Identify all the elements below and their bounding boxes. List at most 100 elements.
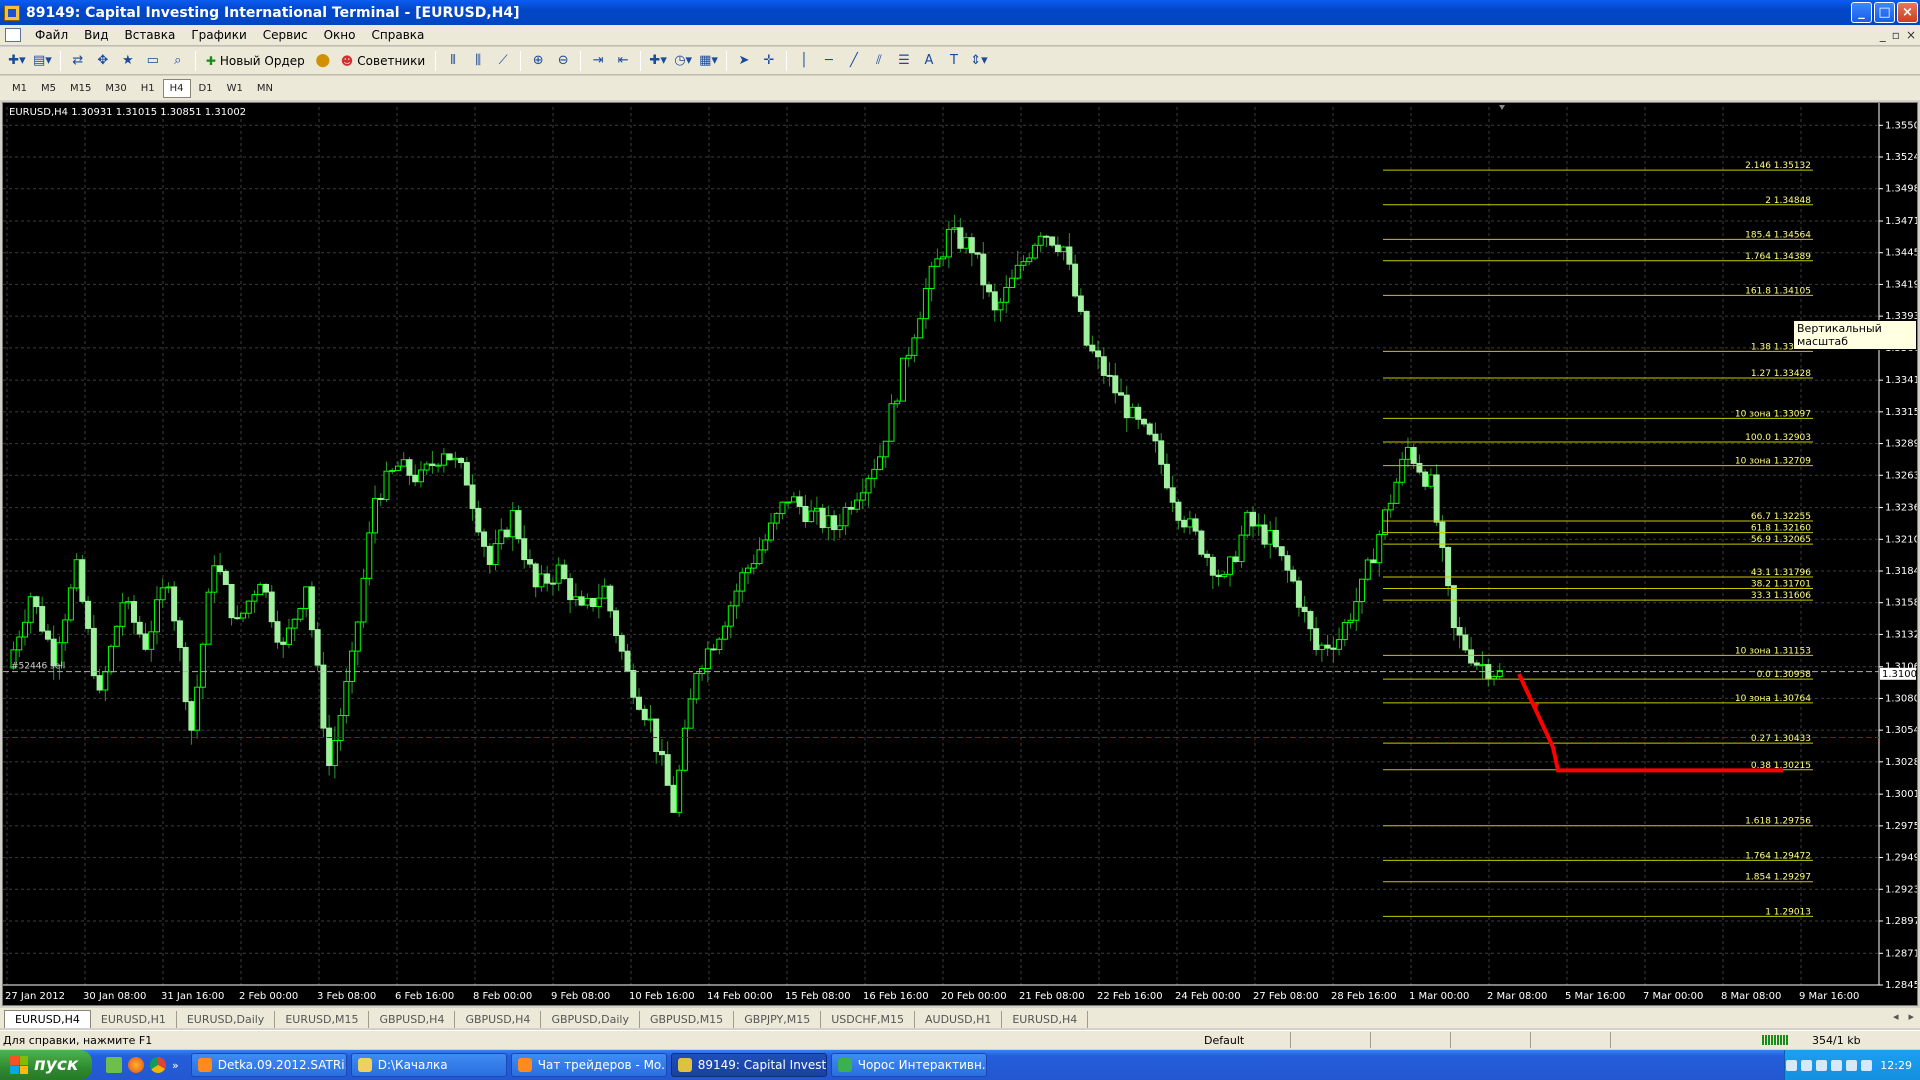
candle	[33, 596, 40, 608]
symbol-tab[interactable]: EURUSD,H1	[91, 1011, 177, 1028]
new-chart-icon[interactable]: ✚▾	[6, 50, 28, 72]
navigator-icon[interactable]: ✥	[92, 50, 114, 72]
candlestick-icon[interactable]: ⫼	[467, 50, 489, 72]
zoom-out-icon[interactable]: ⊖	[552, 50, 574, 72]
candle	[171, 586, 178, 622]
chart-window[interactable]: 1.35500 1.35240 1.34980 1.34715 1.34455 1.341…	[2, 102, 1918, 1006]
close-button[interactable]: ×	[1897, 2, 1918, 23]
symbol-tab[interactable]: GBPJPY,M15	[734, 1011, 822, 1028]
new-order-button[interactable]: ✚ Новый Ордер	[202, 50, 309, 72]
trendline-icon[interactable]: ╱	[843, 50, 865, 72]
tray-icon[interactable]	[1786, 1059, 1798, 1071]
auto-scroll-icon[interactable]: ⇥	[587, 50, 609, 72]
maximize-button[interactable]: □	[1874, 2, 1895, 23]
firefox-icon[interactable]	[128, 1057, 144, 1073]
timeframe-m1[interactable]: M1	[6, 80, 33, 97]
candle	[756, 549, 763, 565]
mdi-minimize-button[interactable]: _	[1880, 25, 1886, 46]
candle	[745, 567, 752, 574]
candle	[986, 284, 993, 293]
taskbar-button[interactable]: Чат трейдеров - Mo...	[510, 1053, 667, 1077]
candle	[1169, 487, 1176, 503]
terminal-icon[interactable]: ▭	[142, 50, 164, 72]
chrome-icon[interactable]	[150, 1057, 166, 1073]
candle	[968, 237, 975, 254]
timeframe-m30[interactable]: M30	[99, 80, 132, 97]
timeframe-mn[interactable]: MN	[251, 80, 279, 97]
minimize-button[interactable]: _	[1851, 2, 1872, 23]
candle	[96, 675, 103, 691]
tray-icon[interactable]	[1816, 1059, 1828, 1071]
fibonacci-icon[interactable]: ☰	[893, 50, 915, 72]
symbol-tab[interactable]: AUDUSD,H1	[915, 1011, 1003, 1028]
price-axis-label: 1.30540	[1885, 725, 1917, 736]
taskbar-button[interactable]: Чорос Интерактивн...	[830, 1053, 987, 1077]
start-button[interactable]: пуск	[0, 1050, 92, 1080]
quick-launch-more-icon[interactable]: »	[172, 1059, 179, 1072]
menu-charts[interactable]: Графики	[183, 25, 254, 46]
bar-chart-icon[interactable]: ⫴	[442, 50, 464, 72]
price-axis-label: 1.28450	[1885, 980, 1917, 991]
menu-view[interactable]: Вид	[76, 25, 116, 46]
menu-help[interactable]: Справка	[364, 25, 433, 46]
volume-icon[interactable]	[1831, 1059, 1843, 1071]
timeframe-h4[interactable]: H4	[162, 78, 191, 98]
keyboard-layout-icon[interactable]	[1801, 1059, 1813, 1071]
mdi-close-button[interactable]: ×	[1906, 25, 1916, 46]
equidistant-channel-icon[interactable]: ⫽	[868, 50, 890, 72]
text-label-icon[interactable]: T	[943, 50, 965, 72]
symbol-tab[interactable]: EURUSD,M15	[275, 1011, 370, 1028]
timeframe-m15[interactable]: M15	[64, 80, 97, 97]
menu-tools[interactable]: Сервис	[255, 25, 316, 46]
antivirus-icon[interactable]	[1861, 1059, 1873, 1071]
text-icon[interactable]: A	[918, 50, 940, 72]
templates-icon[interactable]: ▦▾	[697, 50, 720, 72]
tab-scroll-right-icon[interactable]: ▸	[1908, 1010, 1914, 1023]
candle	[1215, 574, 1222, 578]
taskbar-button[interactable]: D:\Качалка	[350, 1053, 507, 1077]
zoom-in-icon[interactable]: ⊕	[527, 50, 549, 72]
menu-window[interactable]: Окно	[316, 25, 364, 46]
symbol-tab[interactable]: GBPUSD,M15	[640, 1011, 735, 1028]
timeframe-w1[interactable]: W1	[221, 80, 249, 97]
experts-button[interactable]: ☻ Советники	[337, 50, 429, 72]
symbol-tab[interactable]: GBPUSD,H4	[369, 1011, 456, 1028]
price-axis-label: 1.33150	[1885, 407, 1917, 418]
cursor-icon[interactable]: ➤	[733, 50, 755, 72]
line-chart-icon[interactable]: ⟋	[492, 50, 514, 72]
menu-file[interactable]: Файл	[27, 25, 76, 46]
crosshair-icon[interactable]: ✛	[758, 50, 780, 72]
chart-shift-icon[interactable]: ⇤	[612, 50, 634, 72]
price-axis-label: 1.31325	[1885, 629, 1917, 640]
timeframe-h1[interactable]: H1	[135, 80, 161, 97]
chart-window-icon[interactable]	[5, 28, 21, 42]
horizontal-line-icon[interactable]: ─	[818, 50, 840, 72]
tester-icon[interactable]: ⌕	[167, 50, 189, 72]
network-icon[interactable]	[1846, 1059, 1858, 1071]
tab-scroll-left-icon[interactable]: ◂	[1893, 1010, 1899, 1023]
market-watch-icon[interactable]: ⇄	[67, 50, 89, 72]
arrows-icon[interactable]: ⇕▾	[968, 50, 990, 72]
favorites-icon[interactable]: ★	[117, 50, 139, 72]
time-axis-label: 8 Feb 00:00	[473, 991, 532, 1002]
symbol-tab[interactable]: GBPUSD,H4	[455, 1011, 542, 1028]
candle	[423, 463, 430, 471]
symbol-tab[interactable]: GBPUSD,Daily	[541, 1011, 640, 1028]
show-desktop-icon[interactable]	[106, 1057, 122, 1073]
price-chart[interactable]: 1.35500 1.35240 1.34980 1.34715 1.34455 1.341…	[3, 103, 1917, 1005]
timeframe-d1[interactable]: D1	[193, 80, 219, 97]
menu-insert[interactable]: Вставка	[116, 25, 183, 46]
taskbar-button[interactable]: Detka.09.2012.SATRi...	[190, 1053, 347, 1077]
symbol-tab[interactable]: EURUSD,H4	[4, 1010, 91, 1028]
profiles-icon[interactable]: ▤▾	[31, 50, 54, 72]
mdi-restore-button[interactable]: ▫	[1892, 25, 1900, 46]
indicators-icon[interactable]: ✚▾	[647, 50, 669, 72]
periods-icon[interactable]: ◷▾	[672, 50, 694, 72]
timeframe-m5[interactable]: M5	[35, 80, 62, 97]
symbol-tab[interactable]: EURUSD,H4	[1002, 1011, 1089, 1028]
symbol-tab[interactable]: USDCHF,M15	[821, 1011, 916, 1028]
vertical-line-icon[interactable]: │	[793, 50, 815, 72]
taskbar-button[interactable]: 89149: Capital Invest...	[670, 1053, 827, 1077]
metaeditor-icon[interactable]: ⬤	[312, 50, 334, 72]
symbol-tab[interactable]: EURUSD,Daily	[177, 1011, 276, 1028]
